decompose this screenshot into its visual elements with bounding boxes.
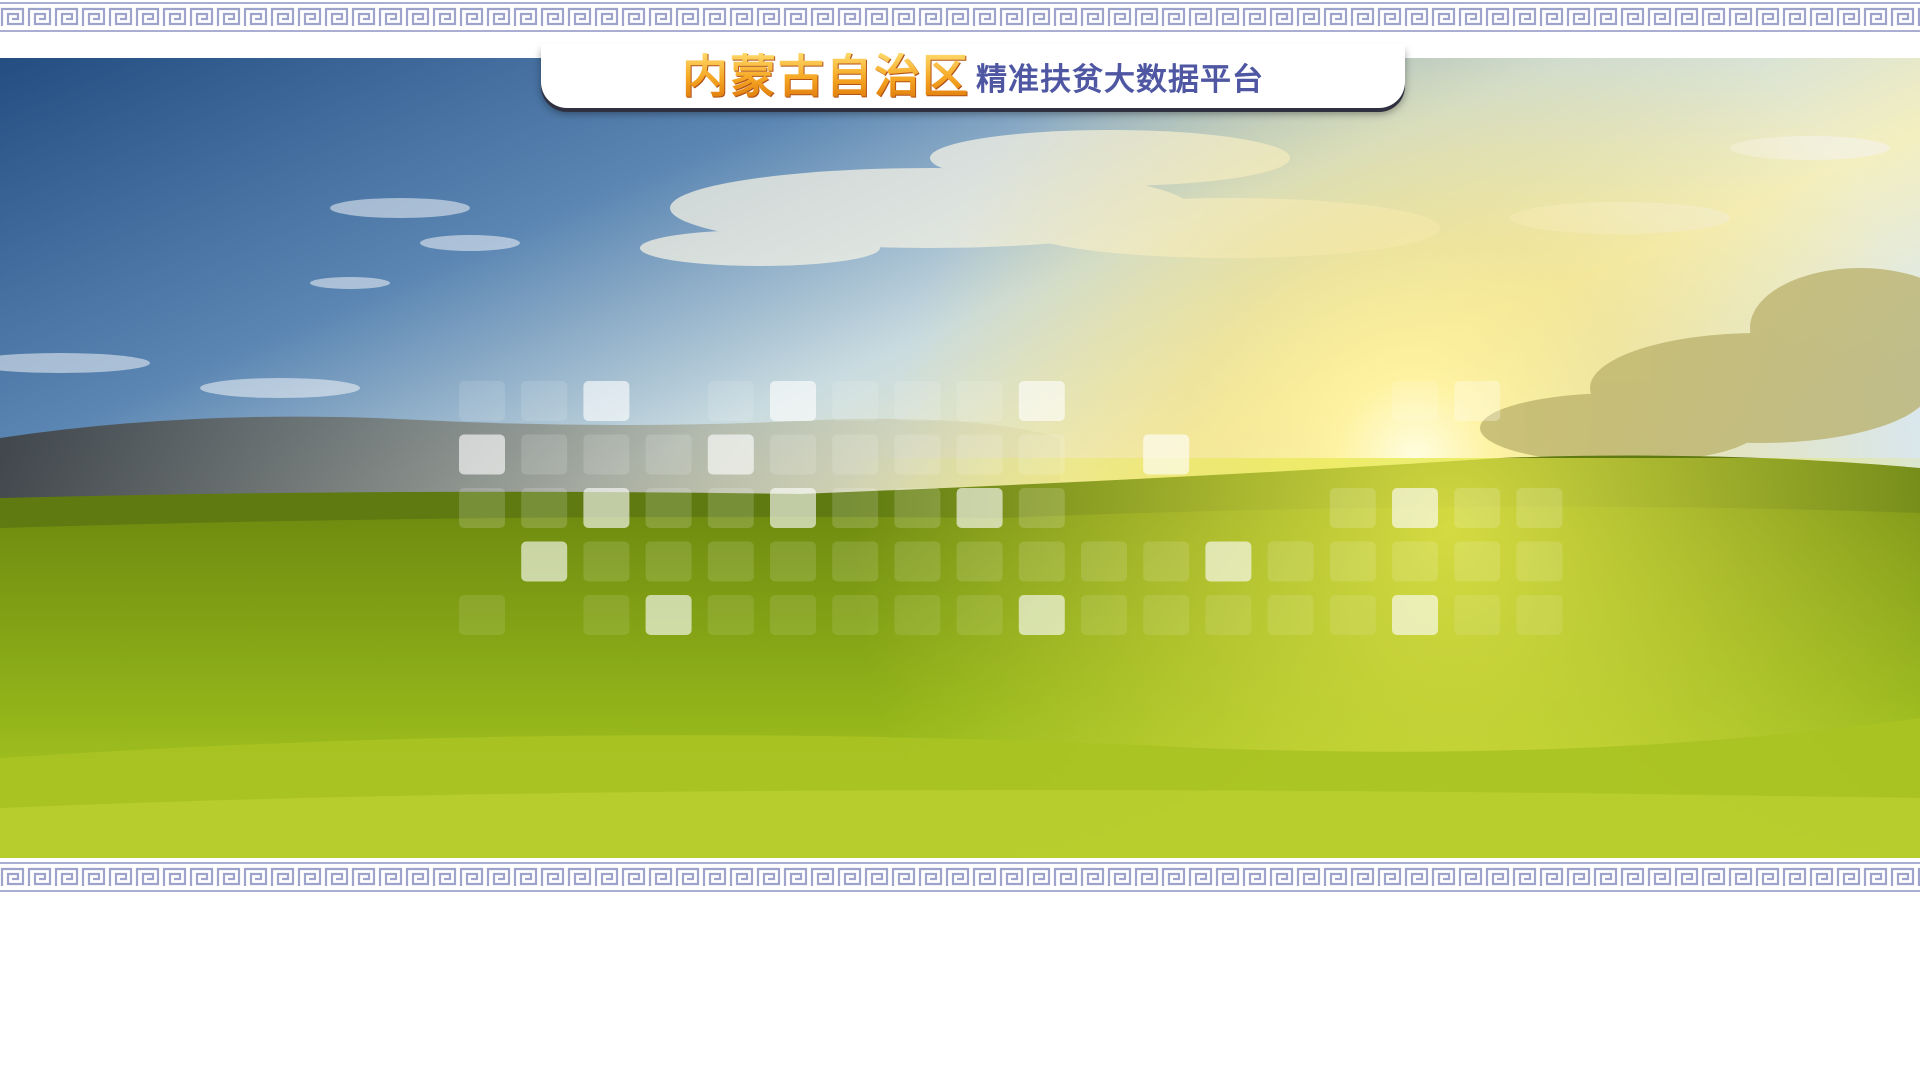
bottom-border-pattern [0,866,1920,888]
mosaic-tile [832,381,879,421]
mosaic-tile [1205,541,1252,582]
grassland-sunrise-image [0,58,1920,858]
mosaic-tile [956,381,1003,421]
mosaic-tile [583,595,630,635]
top-border-line [0,30,1920,32]
mosaic-tile [770,434,816,475]
mosaic-tile [583,381,630,421]
mosaic-tile [956,595,1003,635]
mosaic-tile [1392,595,1438,635]
mosaic-tile [645,488,692,528]
mosaic-tile [1143,434,1190,475]
mosaic-tile [1516,488,1563,528]
mosaic-tile [1516,595,1563,635]
mosaic-tile [1329,488,1376,528]
mosaic-tile [707,541,754,582]
mosaic-tile [521,381,568,421]
mosaic-tile [707,488,754,528]
mosaic-tile [1392,488,1438,528]
mosaic-tile [707,595,754,635]
mosaic-tile [583,541,630,582]
mosaic-tile [770,381,816,421]
bottom-border-line [0,862,1920,864]
mosaic-tile [1267,541,1314,582]
top-border-pattern [0,6,1920,28]
mosaic-tile [645,541,692,582]
mosaic-tile [1143,595,1190,635]
mosaic-tile [521,488,568,528]
mosaic-tile [1018,488,1065,528]
mosaic-tile [1454,595,1501,635]
mosaic-tile [1392,381,1438,421]
mosaic-tile [1018,541,1065,582]
mosaic-tile [1454,541,1501,582]
mosaic-tile [1516,541,1563,582]
mosaic-tile [770,595,816,635]
mosaic-tile [1018,434,1065,475]
mosaic-tile [521,541,568,582]
header-title-tab: 内蒙古自治区 精准扶贫大数据平台 [541,44,1405,108]
mosaic-tile [956,434,1003,475]
mosaic-tile [1143,541,1190,582]
mosaic-tile [1454,381,1501,421]
mosaic-tile [707,434,754,475]
mosaic-tile [1329,595,1376,635]
mosaic-tile [1018,595,1065,635]
top-border-line [0,2,1920,4]
top-greek-key-border [0,0,1920,34]
mosaic-tile [1205,595,1252,635]
mosaic-tile [1081,595,1127,635]
mosaic-tile [832,434,879,475]
bottom-greek-key-border [0,860,1920,894]
mosaic-tile [832,488,879,528]
mosaic-tile [894,434,941,475]
mosaic-tile [894,541,941,582]
mosaic-tile [645,595,692,635]
mosaic-tile [894,595,941,635]
mosaic-tile [956,488,1003,528]
title-region-text: 内蒙古自治区 [682,49,970,103]
mosaic-tile [956,541,1003,582]
mosaic-tile [1267,595,1314,635]
mosaic-tile [459,434,505,475]
mosaic-tile [1392,541,1438,582]
mosaic-tile [832,595,879,635]
banner-landscape [0,58,1920,858]
mosaic-tile [770,541,816,582]
mosaic-tile [832,541,879,582]
mosaic-tile [583,434,630,475]
mosaic-tile [707,381,754,421]
mosaic-tile [521,434,568,475]
mosaic-tile [1454,488,1501,528]
mosaic-tile [1081,541,1127,582]
mosaic-tile [1329,541,1376,582]
mosaic-tile [459,381,505,421]
mosaic-tile [645,434,692,475]
mosaic-tile [894,488,941,528]
mosaic-tile [583,488,630,528]
mosaic-tile [894,381,941,421]
mosaic-tile [459,488,505,528]
mosaic-tile [770,488,816,528]
title-platform-text: 精准扶贫大数据平台 [976,61,1264,98]
mosaic-tile [459,595,505,635]
bottom-border-line [0,890,1920,892]
mosaic-tile [1018,381,1065,421]
